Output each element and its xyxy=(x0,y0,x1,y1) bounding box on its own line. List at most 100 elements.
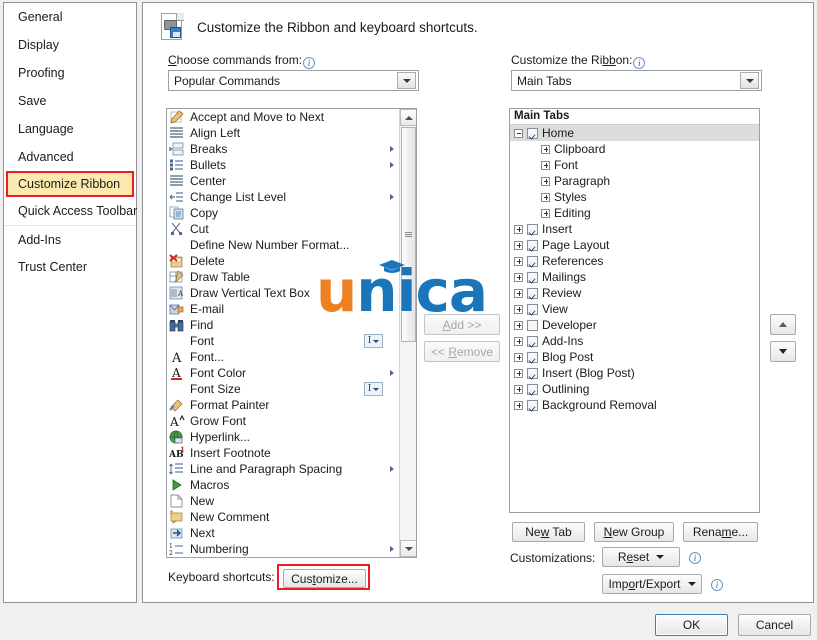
import-export-button[interactable]: Import/Export xyxy=(602,574,702,594)
info-icon[interactable]: i xyxy=(689,552,701,564)
command-list-item[interactable]: A Font Color xyxy=(167,365,399,381)
sidebar-item-customize-ribbon[interactable]: Customize Ribbon xyxy=(6,171,134,197)
tree-item[interactable]: Home xyxy=(510,125,759,141)
command-list-item[interactable]: A Draw Vertical Text Box xyxy=(167,285,399,301)
customize-ribbon-dropdown[interactable]: Main Tabs xyxy=(511,70,762,91)
info-icon[interactable]: i xyxy=(303,57,316,69)
command-list-item[interactable]: Line and Paragraph Spacing xyxy=(167,461,399,477)
command-list-item[interactable]: Cut xyxy=(167,221,399,237)
commands-listbox[interactable]: Accept and Move to Next Align Left Breaks B… xyxy=(166,108,417,558)
expand-icon[interactable] xyxy=(514,224,523,234)
tab-checkbox[interactable] xyxy=(527,127,538,139)
ribbon-tree-listbox[interactable]: Main Tabs Home Clipboard Font Paragraph Styl… xyxy=(509,108,760,513)
info-icon[interactable]: i xyxy=(633,57,646,69)
scrollbar-thumb[interactable] xyxy=(401,127,416,342)
command-list-item[interactable]: Center xyxy=(167,173,399,189)
tab-checkbox[interactable] xyxy=(527,223,538,235)
tab-checkbox[interactable] xyxy=(527,271,538,283)
command-list-item[interactable]: Accept and Move to Next xyxy=(167,109,399,125)
command-list-item[interactable]: Format Painter xyxy=(167,397,399,413)
command-list-item[interactable]: Find xyxy=(167,317,399,333)
rename-button[interactable]: Rename... xyxy=(683,522,758,542)
expand-icon[interactable] xyxy=(514,240,523,250)
tree-item[interactable]: Mailings xyxy=(510,269,759,285)
command-list-item[interactable]: New Comment xyxy=(167,509,399,525)
tree-item[interactable]: Outlining xyxy=(510,381,759,397)
tree-item[interactable]: View xyxy=(510,301,759,317)
expand-icon[interactable] xyxy=(514,288,523,298)
expand-icon[interactable] xyxy=(514,320,523,330)
command-list-item[interactable]: Breaks xyxy=(167,141,399,157)
tree-item[interactable]: Styles xyxy=(510,189,759,205)
tab-checkbox[interactable] xyxy=(527,399,538,411)
tree-item[interactable]: Add-Ins xyxy=(510,333,759,349)
tab-checkbox[interactable] xyxy=(527,367,538,379)
expand-icon[interactable] xyxy=(541,208,550,218)
expand-icon[interactable] xyxy=(541,176,550,186)
tab-checkbox[interactable] xyxy=(527,335,538,347)
expand-icon[interactable] xyxy=(514,272,523,282)
new-tab-button[interactable]: New Tab xyxy=(512,522,585,542)
expand-icon[interactable] xyxy=(514,352,523,362)
cancel-button[interactable]: Cancel xyxy=(738,614,811,636)
command-list-item[interactable]: Copy xyxy=(167,205,399,221)
tree-item[interactable]: References xyxy=(510,253,759,269)
sidebar-item-display[interactable]: Display xyxy=(4,31,136,59)
sidebar-item-quick-access-toolbar[interactable]: Quick Access Toolbar xyxy=(4,197,137,225)
command-list-item[interactable]: Font I xyxy=(167,333,399,349)
combo-widget-icon[interactable]: I xyxy=(364,382,383,396)
move-down-button[interactable] xyxy=(770,341,796,362)
tree-item[interactable]: Font xyxy=(510,157,759,173)
remove-button[interactable]: << Remove xyxy=(424,341,500,362)
reset-button[interactable]: Reset xyxy=(602,547,680,567)
commands-scrollbar[interactable] xyxy=(399,109,416,557)
expand-icon[interactable] xyxy=(541,144,550,154)
command-list-item[interactable]: AB 1 Insert Footnote xyxy=(167,445,399,461)
choose-commands-dropdown[interactable]: Popular Commands xyxy=(168,70,419,91)
command-list-item[interactable]: E-mail xyxy=(167,301,399,317)
command-list-item[interactable]: Next xyxy=(167,525,399,541)
options-category-list[interactable]: General Display Proofing Save Language Advanc… xyxy=(3,2,137,603)
tree-item[interactable]: Developer xyxy=(510,317,759,333)
command-list-item[interactable]: New xyxy=(167,493,399,509)
expand-icon[interactable] xyxy=(514,384,523,394)
tab-checkbox[interactable] xyxy=(527,239,538,251)
tree-item[interactable]: Blog Post xyxy=(510,349,759,365)
customize-keyboard-button[interactable]: Customize... xyxy=(283,569,366,588)
chevron-down-icon[interactable] xyxy=(740,72,759,89)
command-list-item[interactable]: Draw Table xyxy=(167,269,399,285)
tab-checkbox[interactable] xyxy=(527,303,538,315)
command-list-item[interactable]: 1 2 Numbering xyxy=(167,541,399,557)
tree-item[interactable]: Insert xyxy=(510,221,759,237)
command-list-item[interactable]: A Font... xyxy=(167,349,399,365)
sidebar-item-general[interactable]: General xyxy=(4,3,136,31)
add-button[interactable]: Add >> xyxy=(424,314,500,335)
scroll-up-button[interactable] xyxy=(400,109,416,126)
expand-icon[interactable] xyxy=(514,400,523,410)
move-up-button[interactable] xyxy=(770,314,796,335)
expand-icon[interactable] xyxy=(514,336,523,346)
tab-checkbox[interactable] xyxy=(527,351,538,363)
chevron-down-icon[interactable] xyxy=(397,72,416,89)
expand-icon[interactable] xyxy=(541,192,550,202)
sidebar-item-add-ins[interactable]: Add-Ins xyxy=(4,225,136,253)
combo-widget-icon[interactable]: I xyxy=(364,334,383,348)
sidebar-item-trust-center[interactable]: Trust Center xyxy=(4,253,136,281)
tab-checkbox[interactable] xyxy=(527,287,538,299)
sidebar-item-save[interactable]: Save xyxy=(4,87,136,115)
scroll-down-button[interactable] xyxy=(400,540,416,557)
tab-checkbox[interactable] xyxy=(527,383,538,395)
collapse-icon[interactable] xyxy=(514,128,523,138)
command-list-item[interactable]: A Grow Font xyxy=(167,413,399,429)
ok-button[interactable]: OK xyxy=(655,614,728,636)
tab-checkbox[interactable] xyxy=(527,319,538,331)
command-list-item[interactable]: Change List Level xyxy=(167,189,399,205)
command-list-item[interactable]: Delete xyxy=(167,253,399,269)
expand-icon[interactable] xyxy=(514,304,523,314)
tab-checkbox[interactable] xyxy=(527,255,538,267)
sidebar-item-language[interactable]: Language xyxy=(4,115,136,143)
tree-item[interactable]: Page Layout xyxy=(510,237,759,253)
command-list-item[interactable]: Macros xyxy=(167,477,399,493)
tree-item[interactable]: Paragraph xyxy=(510,173,759,189)
command-list-item[interactable]: Align Left xyxy=(167,125,399,141)
